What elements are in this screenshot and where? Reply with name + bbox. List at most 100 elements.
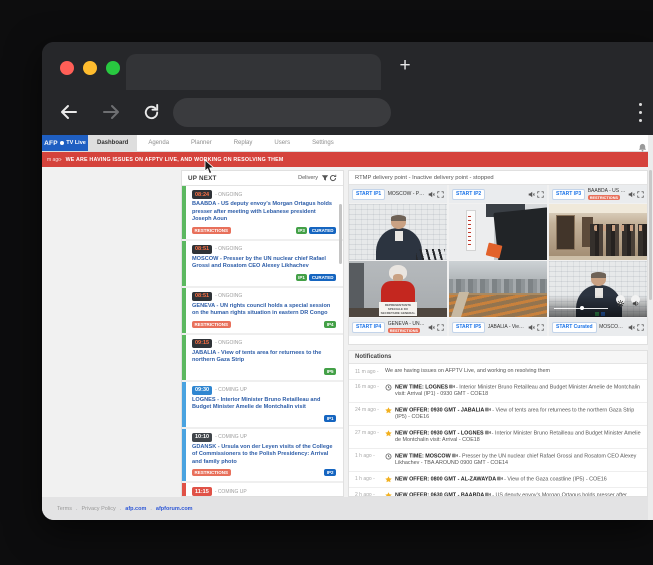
start-ip4-button[interactable]: START IP4 [352,322,385,333]
fullscreen-icon[interactable] [537,324,544,331]
up-next-title: UP NEXT [188,175,217,182]
browser-titlebar: + [42,42,653,90]
speaker-mute-icon[interactable] [628,324,635,331]
video-preview-jabalia-ip5[interactable] [449,261,547,317]
speaker-mute-icon[interactable] [528,191,535,198]
tab-replay[interactable]: Replay [223,135,264,151]
video-preview-baabda-ip3[interactable] [549,204,647,260]
tab-settings[interactable]: Settings [301,135,345,151]
curated-badge: CURATED [309,227,336,234]
restrictions-badge: RESTRICTIONS [192,469,231,476]
status-stripe [182,429,186,482]
list-item[interactable]: 09:30- COMING UP LOGNES - Interior Minis… [182,382,343,429]
start-curated-button[interactable]: START Curated [552,322,597,333]
terms-link[interactable]: Terms [57,506,72,512]
star-icon [385,407,392,414]
ip-badge: IP1 [296,274,308,281]
notification-row[interactable]: 1 h ago - NEW OFFER: 0800 GMT - AL-ZAWAY… [349,472,647,488]
maximize-window-button[interactable] [106,61,120,75]
item-title: JABALIA - View of tents area for returne… [192,350,336,365]
restrictions-badge: RESTRICTIONS [192,321,231,328]
notification-row[interactable]: 24 m ago - NEW OFFER: 0930 GMT - JABALIA… [349,403,647,426]
start-ip5-button[interactable]: START IP5 [452,322,485,333]
scrollbar-thumb[interactable] [649,170,652,300]
browser-menu-button[interactable] [637,103,643,122]
tab-users[interactable]: Users [263,135,301,151]
status-label: - COMING UP [215,489,247,495]
reload-button[interactable] [142,103,161,122]
notification-row[interactable]: 16 m ago - NEW TIME: LOGNES- Interior Mi… [349,380,647,403]
player-settings-button[interactable] [616,295,625,304]
speaker-mute-icon[interactable] [428,191,435,198]
fullscreen-icon[interactable] [537,191,544,198]
speaker-mute-icon[interactable] [428,324,435,331]
time-badge: 11:15 [192,487,212,496]
rtmp-grid: START IP1 MOSCOW - Presser by t... START… [349,185,647,336]
list-item[interactable]: 08:51- ONGOING GENEVA - UN rights counci… [182,288,343,335]
video-icon [497,476,503,481]
address-bar[interactable] [173,98,391,127]
time-badge: 08:24 [192,190,212,199]
video-icon [449,384,455,389]
forward-button[interactable] [100,101,122,123]
refresh-icon[interactable] [329,174,337,182]
time-badge: 08:51 [192,245,212,254]
list-item[interactable]: 10:10- COMING UP GDANSK - Ursula von der… [182,429,343,484]
video-preview-moscow-ip1[interactable] [349,204,447,260]
player-volume-button[interactable] [631,295,640,304]
fullscreen-icon[interactable] [437,191,444,198]
speaker-mute-icon[interactable] [528,324,535,331]
reload-icon [142,103,161,122]
video-preview-ip2[interactable] [449,204,547,260]
start-ip3-button[interactable]: START IP3 [552,189,585,200]
back-button[interactable] [58,101,80,123]
notification-row[interactable]: 1 h ago - NEW TIME: MOSCOW- Presser by t… [349,449,647,472]
filter-funnel-icon[interactable] [321,174,329,182]
list-item[interactable]: 08:24- ONGOING BAABDA - US deputy envoy'… [182,186,343,241]
minimize-window-button[interactable] [83,61,97,75]
fullscreen-icon[interactable] [437,324,444,331]
new-tab-button[interactable]: + [394,53,416,79]
notification-title: NEW OFFER: 0930 GMT - JABALIA [395,407,484,413]
up-next-scrollbar[interactable] [339,204,342,264]
notification-time: 1 h ago - [355,453,382,460]
afpforum-com-link[interactable]: afpforum.com [156,506,193,512]
star-icon [385,430,392,437]
restrictions-badge: RESTRICTIONS [192,227,231,234]
footer-separator: . [150,506,152,512]
start-ip2-button[interactable]: START IP2 [452,189,485,200]
ip-badge: IP3 [296,227,308,234]
tab-dashboard[interactable]: Dashboard [88,135,137,151]
video-preview-moscow-curated[interactable] [549,261,647,317]
speaker-mute-icon[interactable] [628,191,635,198]
notification-row[interactable]: 2 h ago - NEW OFFER: 0630 GMT - BAABDA- … [349,488,647,498]
alert-banner[interactable]: m ago· WE ARE HAVING ISSUES ON AFPTV LIV… [42,152,653,167]
logo-product-text: TV Live [66,140,86,146]
page-scrollbar[interactable] [648,135,653,520]
list-item[interactable]: 08:51- ONGOING MOSCOW - Presser by the U… [182,241,343,288]
notification-row[interactable]: 27 m ago - NEW OFFER: 0930 GMT - LOGNES-… [349,426,647,449]
star-icon [385,476,392,483]
start-ip1-button[interactable]: START IP1 [352,189,385,200]
ip-badge: IP4 [324,321,336,328]
browser-tab[interactable] [126,54,381,90]
footer-separator: . [76,506,78,512]
tab-agenda[interactable]: Agenda [137,135,180,151]
fullscreen-icon[interactable] [637,324,644,331]
list-item[interactable]: 09:15- ONGOING JABALIA - View of tents a… [182,335,343,382]
notification-row[interactable]: 11 m ago - We are having issues on AFPTV… [349,364,647,380]
afp-com-link[interactable]: afp.com [125,506,146,512]
afp-tv-live-logo[interactable]: AFP TV Live [42,135,88,151]
privacy-link[interactable]: Privacy Policy [82,506,116,512]
feed-control-bar: START IP2 [449,185,547,203]
back-arrow-icon [58,101,80,123]
tab-planner[interactable]: Planner [180,135,223,151]
feed-label: BAABDA - US deputy en... [588,188,626,194]
up-next-list[interactable]: 08:24- ONGOING BAABDA - US deputy envoy'… [182,186,343,497]
notification-text: NEW OFFER: 0930 GMT - LOGNES- Interior M… [395,430,641,445]
list-item[interactable]: 11:15- COMING UP TWICKENHAM - Rugby/Six … [182,483,343,497]
notifications-bell-icon[interactable] [638,139,647,148]
video-preview-geneva-ip4[interactable]: REPRESENTANTE SPECIALE DU SECRETAIRE GEN… [349,261,447,317]
fullscreen-icon[interactable] [637,191,644,198]
close-window-button[interactable] [60,61,74,75]
